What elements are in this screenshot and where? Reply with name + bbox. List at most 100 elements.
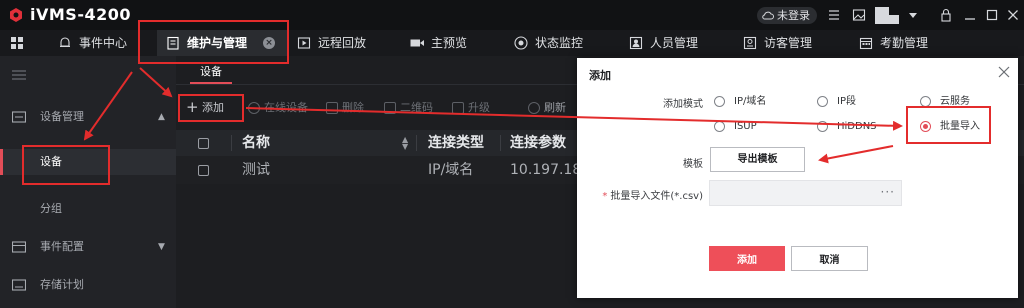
browse-file-icon[interactable]: ··· xyxy=(881,185,895,199)
radio-label: IP/域名 xyxy=(734,96,767,107)
image-icon[interactable] xyxy=(851,7,867,23)
sidebar-item-label: 事件配置 xyxy=(40,240,84,253)
app-title: iVMS-4200 xyxy=(30,5,131,24)
sidebar-item-device-management[interactable]: 设备管理 ▲ xyxy=(0,104,176,130)
sidebar-item-group[interactable]: 分组 xyxy=(0,196,176,222)
tab-label: 远程回放 xyxy=(318,36,367,50)
device-name-cell: 测试 xyxy=(242,162,270,178)
row-checkbox[interactable] xyxy=(198,165,209,176)
select-all-checkbox[interactable] xyxy=(198,138,209,149)
tab-label: 人员管理 xyxy=(650,36,699,50)
tab-label: 状态监控 xyxy=(535,36,584,50)
chevron-down-icon: ▼ xyxy=(158,242,165,252)
qr-code-icon xyxy=(384,102,396,114)
upgrade-label: 升级 xyxy=(468,101,490,114)
device-management-icon xyxy=(12,111,26,123)
upgrade-button[interactable]: 升级 xyxy=(452,100,490,116)
column-divider xyxy=(500,135,501,151)
annotation-highlight-device xyxy=(22,145,110,185)
playback-icon xyxy=(297,37,311,49)
online-devices-button[interactable]: 在线设备 xyxy=(248,100,308,116)
column-header-connection-type[interactable]: 连接类型 xyxy=(428,130,484,156)
tab-label: 访客管理 xyxy=(764,36,813,50)
tab-person-management[interactable]: 人员管理 xyxy=(628,30,698,56)
qr-code-button[interactable]: 二维码 xyxy=(384,100,433,116)
add-confirm-button[interactable]: 添加 xyxy=(709,246,785,271)
tab-device[interactable]: 设备 xyxy=(190,62,232,84)
connection-type-cell: IP/域名 xyxy=(428,162,474,178)
tab-visitor-management[interactable]: 访客管理 xyxy=(742,30,812,56)
dialog-title: 添加 xyxy=(589,69,611,82)
app-logo-icon xyxy=(10,8,22,22)
radio-label: IP段 xyxy=(837,96,856,107)
column-header-name[interactable]: 名称 xyxy=(242,130,270,156)
tab-status-monitor[interactable]: 状态监控 xyxy=(513,30,583,56)
annotation-highlight-add xyxy=(178,94,244,122)
tab-label: 考勤管理 xyxy=(880,36,929,50)
maximize-icon[interactable] xyxy=(984,7,1000,23)
tab-event-center[interactable]: 事件中心 xyxy=(57,30,127,56)
grid-menu-icon[interactable] xyxy=(10,36,24,50)
batch-file-input[interactable]: ··· xyxy=(709,180,902,206)
column-divider xyxy=(416,135,417,151)
batch-file-label: * 批量导入文件(*.csv) xyxy=(597,187,703,202)
sidebar-item-event-config[interactable]: 事件配置 ▼ xyxy=(0,234,176,260)
qr-label: 二维码 xyxy=(400,101,433,114)
sidebar-item-label: 存储计划 xyxy=(40,278,84,291)
delete-button[interactable]: 删除 xyxy=(326,100,364,116)
list-icon[interactable] xyxy=(826,7,842,23)
tab-label: 事件中心 xyxy=(79,36,128,50)
refresh-label: 刷新 xyxy=(544,101,566,114)
menu-collapse-icon[interactable] xyxy=(12,70,26,80)
lock-icon[interactable] xyxy=(938,7,954,23)
chevron-up-icon: ▲ xyxy=(158,112,165,122)
avatar[interactable] xyxy=(875,7,899,24)
mode-radio-ip-segment[interactable]: IP段 xyxy=(817,95,856,109)
event-config-icon xyxy=(12,241,26,253)
tab-remote-playback[interactable]: 远程回放 xyxy=(296,30,366,56)
export-template-button[interactable]: 导出模板 xyxy=(710,147,805,172)
mode-radio-hiddns[interactable]: HiDDNS xyxy=(817,120,877,134)
login-status-button[interactable]: 未登录 xyxy=(757,7,817,24)
radio-circle xyxy=(817,96,828,107)
annotation-highlight-tab xyxy=(138,20,289,64)
refresh-icon xyxy=(528,102,540,114)
radio-label: HiDDNS xyxy=(837,121,877,132)
mode-radio-isup[interactable]: ISUP xyxy=(714,120,757,134)
monitor-icon xyxy=(514,36,528,50)
radio-label: ISUP xyxy=(734,121,757,132)
storage-icon xyxy=(12,279,26,291)
refresh-button[interactable]: 刷新 xyxy=(528,100,566,116)
cancel-button[interactable]: 取消 xyxy=(791,246,868,271)
close-icon[interactable] xyxy=(997,65,1011,79)
chevron-down-icon[interactable] xyxy=(905,7,921,23)
column-header-connection-param[interactable]: 连接参数 xyxy=(510,130,566,156)
add-mode-label: 添加模式 xyxy=(663,99,703,110)
tab-attendance-management[interactable]: 考勤管理 xyxy=(858,30,928,56)
annotation-highlight-batch-import xyxy=(906,106,991,144)
radio-circle xyxy=(714,121,725,132)
cloud-icon xyxy=(762,11,774,20)
mode-radio-ip-domain[interactable]: IP/域名 xyxy=(714,95,766,109)
radio-circle xyxy=(714,96,725,107)
minimize-icon[interactable] xyxy=(962,7,978,23)
tab-main-preview[interactable]: 主预览 xyxy=(409,30,467,56)
sort-icon[interactable]: ▲ ▼ xyxy=(402,136,408,151)
sidebar-item-label: 分组 xyxy=(40,202,62,215)
tab-label: 主预览 xyxy=(431,36,468,50)
online-label: 在线设备 xyxy=(264,101,308,114)
column-divider xyxy=(231,135,232,151)
camera-icon xyxy=(410,39,424,47)
sidebar-item-storage-schedule[interactable]: 存储计划 xyxy=(0,272,176,298)
bell-icon xyxy=(60,37,70,47)
connection-param-cell: 10.197.18 xyxy=(510,162,582,178)
close-icon[interactable] xyxy=(1005,7,1021,23)
delete-icon xyxy=(326,102,338,114)
add-device-dialog: 添加 添加模式 IP/域名 IP段 云服务 ISUP HiDDNS 批量导入 模… xyxy=(577,58,1018,298)
visitor-icon xyxy=(743,36,757,50)
radio-circle xyxy=(817,121,828,132)
person-card-icon xyxy=(629,36,643,50)
sidebar-item-label: 设备管理 xyxy=(40,110,84,123)
required-marker: * xyxy=(602,191,608,202)
batch-file-label-text: 批量导入文件(*.csv) xyxy=(610,191,703,202)
